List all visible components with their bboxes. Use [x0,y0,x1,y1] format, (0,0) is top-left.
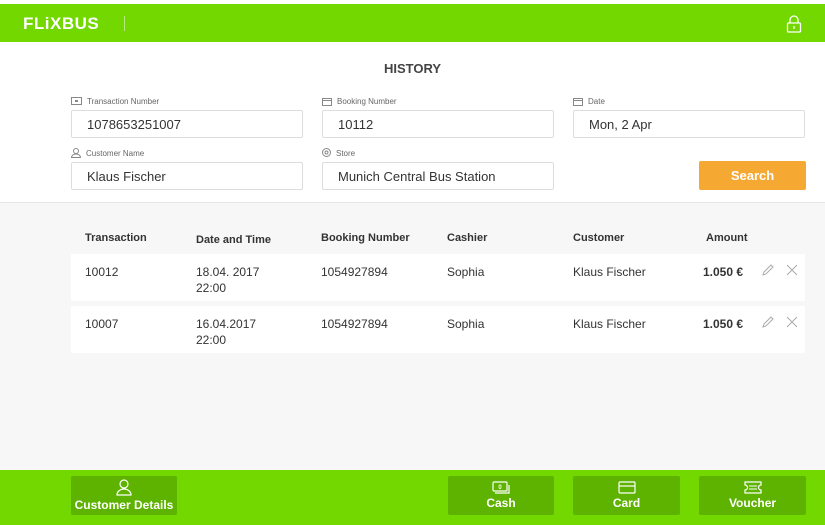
customer-name-input[interactable]: Klaus Fischer [71,162,303,190]
svg-text:0: 0 [498,485,502,491]
date-text: 16.04.2017 [196,317,257,331]
credit-card-icon [617,481,636,494]
cashier-cell: Sophia [447,317,485,331]
header-cashier: Cashier [447,232,488,244]
cash-button[interactable]: 0 Cash [448,476,554,515]
user-icon [71,148,81,158]
transaction-number-field: Transaction Number 1078653251007 [71,95,303,138]
date-cell: 16.04.2017 22:00 [196,316,256,348]
customer-cell: Klaus Fischer [573,265,646,279]
voucher-label: Voucher [728,496,777,510]
customer-details-label: Customer Details [74,498,174,512]
customer-cell: Klaus Fischer [573,317,646,331]
calendar-icon [573,97,583,106]
top-bar: FLiXBUS [0,4,825,42]
location-pin-icon [322,148,331,157]
customer-name-field: Customer Name Klaus Fischer [71,147,303,190]
header-booking-number: Booking Number [321,232,410,244]
card-label: Card [612,496,641,510]
transaction-number-input[interactable]: 1078653251007 [71,110,303,138]
amount-cell: 1.050 € [703,317,744,331]
user-icon [116,479,132,496]
amount-cell: 1.050 € [703,265,744,279]
search-button[interactable]: Search [699,161,806,190]
bottom-bar: Customer Details 0 Cash Card Voucher [0,470,825,525]
booking-number-label: Booking Number [337,96,397,106]
voucher-button[interactable]: Voucher [699,476,806,515]
voucher-icon [743,481,762,494]
ticket-icon [71,97,82,105]
time-text: 22:00 [196,281,227,295]
date-input[interactable]: Mon, 2 Apr [573,110,805,138]
delete-x-icon[interactable] [786,316,798,328]
delete-x-icon[interactable] [786,264,798,276]
header-date-time: Date and Time [196,234,271,246]
cashier-cell: Sophia [447,265,485,279]
transaction-cell: 10007 [85,317,119,331]
booking-cell: 1054927894 [321,317,388,331]
date-label: Date [588,96,605,106]
edit-pencil-icon[interactable] [762,264,774,276]
edit-pencil-icon[interactable] [762,316,774,328]
page-title: HISTORY [383,61,442,76]
transaction-number-label: Transaction Number [87,96,160,106]
transaction-cell: 10012 [85,265,119,279]
booking-number-field: Booking Number 10112 [322,95,554,138]
calendar-icon [322,97,332,106]
card-button[interactable]: Card [573,476,680,515]
time-text: 22:00 [196,333,227,347]
header-transaction: Transaction [85,232,147,244]
table-row[interactable]: 10012 18.04. 2017 22:00 1054927894 Sophia… [71,254,805,301]
cash-label: Cash [486,496,516,510]
store-input[interactable]: Munich Central Bus Station [322,162,554,190]
header-amount: Amount [706,232,748,244]
lock-icon[interactable] [786,15,802,33]
booking-number-input[interactable]: 10112 [322,110,554,138]
store-field: Store Munich Central Bus Station [322,147,554,190]
divider [124,16,125,31]
customer-details-button[interactable]: Customer Details [71,476,177,515]
booking-cell: 1054927894 [321,265,388,279]
table-row[interactable]: 10007 16.04.2017 22:00 1054927894 Sophia … [71,306,805,353]
customer-name-label: Customer Name [86,148,145,158]
date-field: Date Mon, 2 Apr [573,95,805,138]
date-cell: 18.04. 2017 22:00 [196,264,259,296]
header-customer: Customer [573,232,625,244]
flixbus-logo: FLiXBUS [23,14,100,33]
date-text: 18.04. 2017 [196,265,260,279]
store-label: Store [336,148,356,158]
cash-icon: 0 [492,481,510,494]
